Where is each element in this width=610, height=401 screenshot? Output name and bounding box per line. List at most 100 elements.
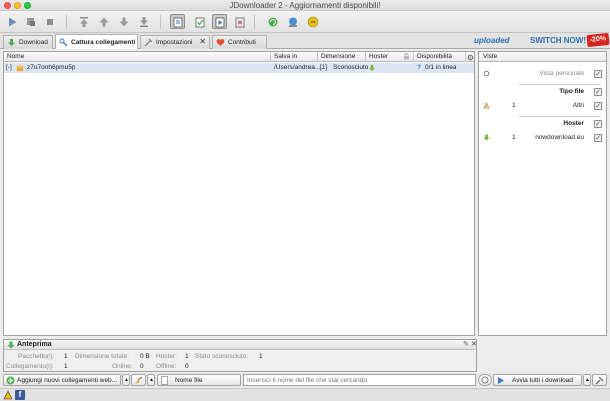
play-icon[interactable]: [4, 14, 19, 29]
package-icon: [16, 63, 25, 73]
filter-field-select[interactable]: Nome file: [157, 374, 241, 386]
tab-download[interactable]: Download: [3, 35, 53, 49]
tab-impostazioni[interactable]: Impostazioni ✕: [140, 35, 210, 49]
views-divider: [519, 84, 601, 85]
move-down-icon[interactable]: [116, 14, 131, 29]
download-icon: [7, 341, 15, 349]
add-links-button[interactable]: Aggiungi nuovi collegamenti web...: [3, 374, 121, 386]
hoster-title: Hoster: [563, 120, 584, 127]
uploaded-ad-banner[interactable]: uploaded SWITCH NOW! -20%: [474, 32, 610, 48]
start-all-downloads-button[interactable]: Avvia tutti i download: [493, 374, 582, 386]
file-type-item-altri[interactable]: 1 Altri ✓: [479, 100, 606, 112]
clear-button[interactable]: [131, 374, 146, 386]
file-type-icon: [483, 102, 491, 110]
tools-button[interactable]: [592, 374, 607, 386]
personal-view-row[interactable]: Vista personale ✓: [479, 68, 606, 80]
column-header-nome[interactable]: Nome: [4, 52, 271, 62]
hoster-checkbox[interactable]: ✓: [594, 120, 602, 128]
preview-panel: Anteprima ✎ ✕ Pacchetto(i): 1 Dimensione…: [3, 339, 477, 372]
offline-label: Offline:: [156, 363, 177, 370]
views-divider: [519, 116, 601, 117]
lock-icon[interactable]: [403, 53, 410, 60]
column-settings-icon[interactable]: [466, 52, 474, 62]
bottom-bar: Aggiungi nuovi collegamenti web... ▲ ▲ N…: [0, 373, 610, 387]
download-icon: [7, 38, 16, 47]
links-label: Collegamento(i):: [6, 363, 54, 370]
reconnect-icon[interactable]: [285, 14, 300, 29]
packages-label: Pacchetto(i):: [18, 353, 55, 360]
hoster-count: 1: [512, 134, 516, 141]
file-type-section[interactable]: Tipo file ✓: [479, 86, 606, 98]
close-tab-icon[interactable]: ✕: [199, 37, 206, 46]
preview-title: Anteprima: [17, 341, 52, 348]
file-type-label: Altri: [572, 102, 584, 109]
refresh-icon[interactable]: [265, 14, 280, 29]
personal-view-label: Vista personale: [539, 70, 584, 77]
close-preview-icon[interactable]: ✕: [471, 340, 477, 348]
hoster-stat-value: 1: [185, 353, 189, 360]
expand-toggle[interactable]: [-]: [6, 63, 12, 73]
facebook-icon[interactable]: f: [15, 390, 25, 400]
views-header: Viste: [479, 52, 606, 62]
move-up-icon[interactable]: [96, 14, 111, 29]
jdownloader-icon[interactable]: [3, 390, 13, 400]
toolbar-divider: [254, 15, 255, 29]
move-top-icon[interactable]: [76, 14, 91, 29]
table-header: Nome Salva in Dimensione Hoster Disponib…: [4, 52, 474, 62]
package-name: z7u7onh6pmu5p: [27, 64, 76, 71]
table-row[interactable]: [-] z7u7onh6pmu5p /Users/andrea.... [1] …: [4, 63, 474, 73]
linkgrabber-table: Nome Salva in Dimensione Hoster Disponib…: [3, 51, 475, 336]
gear-icon: [483, 70, 491, 78]
auto-reconnect-icon[interactable]: [232, 14, 247, 29]
tab-contributi[interactable]: Contributi: [212, 35, 267, 49]
column-header-dimensione[interactable]: Dimensione: [318, 52, 366, 62]
online-label: Online:: [112, 363, 133, 370]
start-menu-arrow[interactable]: ▲: [583, 374, 591, 386]
preview-header: Anteprima ✎ ✕: [4, 340, 477, 350]
discount-badge: -20%: [586, 32, 610, 48]
unknown-status-icon: ?: [417, 64, 421, 71]
views-panel: Viste Vista personale ✓ Tipo file ✓ 1 Al…: [478, 51, 607, 336]
auto-confirm-icon[interactable]: [192, 14, 207, 29]
nowdownload-icon: [483, 134, 491, 142]
column-header-salva-in[interactable]: Salva in: [271, 52, 318, 62]
clear-menu-arrow[interactable]: ▲: [147, 374, 155, 386]
offline-value: 0: [185, 363, 189, 370]
hoster-item-nowdownload[interactable]: 1 nowdownload.eu ✓: [479, 132, 606, 144]
stop-icon[interactable]: [42, 14, 57, 29]
column-header-disponibilita[interactable]: Disponibilità: [414, 52, 466, 62]
auto-start-icon[interactable]: [212, 14, 227, 29]
toolbar-divider: [66, 15, 67, 29]
file-type-count: 1: [512, 102, 516, 109]
online-value: 0: [140, 363, 144, 370]
total-size-label: Dimensione totale:: [75, 353, 129, 360]
personal-view-checkbox[interactable]: ✓: [594, 70, 602, 78]
unknown-status-value: 1: [259, 353, 263, 360]
clipboard-monitor-icon[interactable]: [170, 14, 185, 29]
window-title: JDownloader 2 - Aggiornamenti disponibil…: [229, 1, 381, 10]
status-bar: f: [0, 388, 610, 401]
hoster-label: nowdownload.eu: [535, 134, 584, 141]
file-type-checkbox[interactable]: ✓: [594, 88, 602, 96]
wrench-icon: [595, 376, 604, 384]
switch-now-text: SWITCH NOW!: [530, 36, 586, 45]
add-links-menu-arrow[interactable]: ▲: [122, 374, 130, 386]
search-input-field[interactable]: [244, 375, 475, 385]
move-bottom-icon[interactable]: [136, 14, 151, 29]
broom-icon: [135, 376, 143, 384]
add-icon: [6, 376, 15, 385]
search-options-icon[interactable]: [478, 374, 492, 386]
search-input[interactable]: [243, 374, 476, 386]
premium-icon[interactable]: [305, 14, 320, 29]
toolbar-divider: [160, 15, 161, 29]
uploaded-logo: uploaded: [474, 36, 510, 45]
pin-icon[interactable]: ✎: [463, 340, 469, 348]
total-size-value: 0 B: [140, 353, 150, 360]
tab-cattura-collegamenti[interactable]: Cattura collegamenti: [55, 34, 138, 49]
pause-icon[interactable]: [23, 14, 38, 29]
settings-icon: [144, 38, 153, 47]
file-type-item-checkbox[interactable]: ✓: [594, 102, 602, 110]
hoster-section[interactable]: Hoster ✓: [479, 118, 606, 130]
hoster-item-checkbox[interactable]: ✓: [594, 134, 602, 142]
hoster-icon: [368, 63, 377, 73]
